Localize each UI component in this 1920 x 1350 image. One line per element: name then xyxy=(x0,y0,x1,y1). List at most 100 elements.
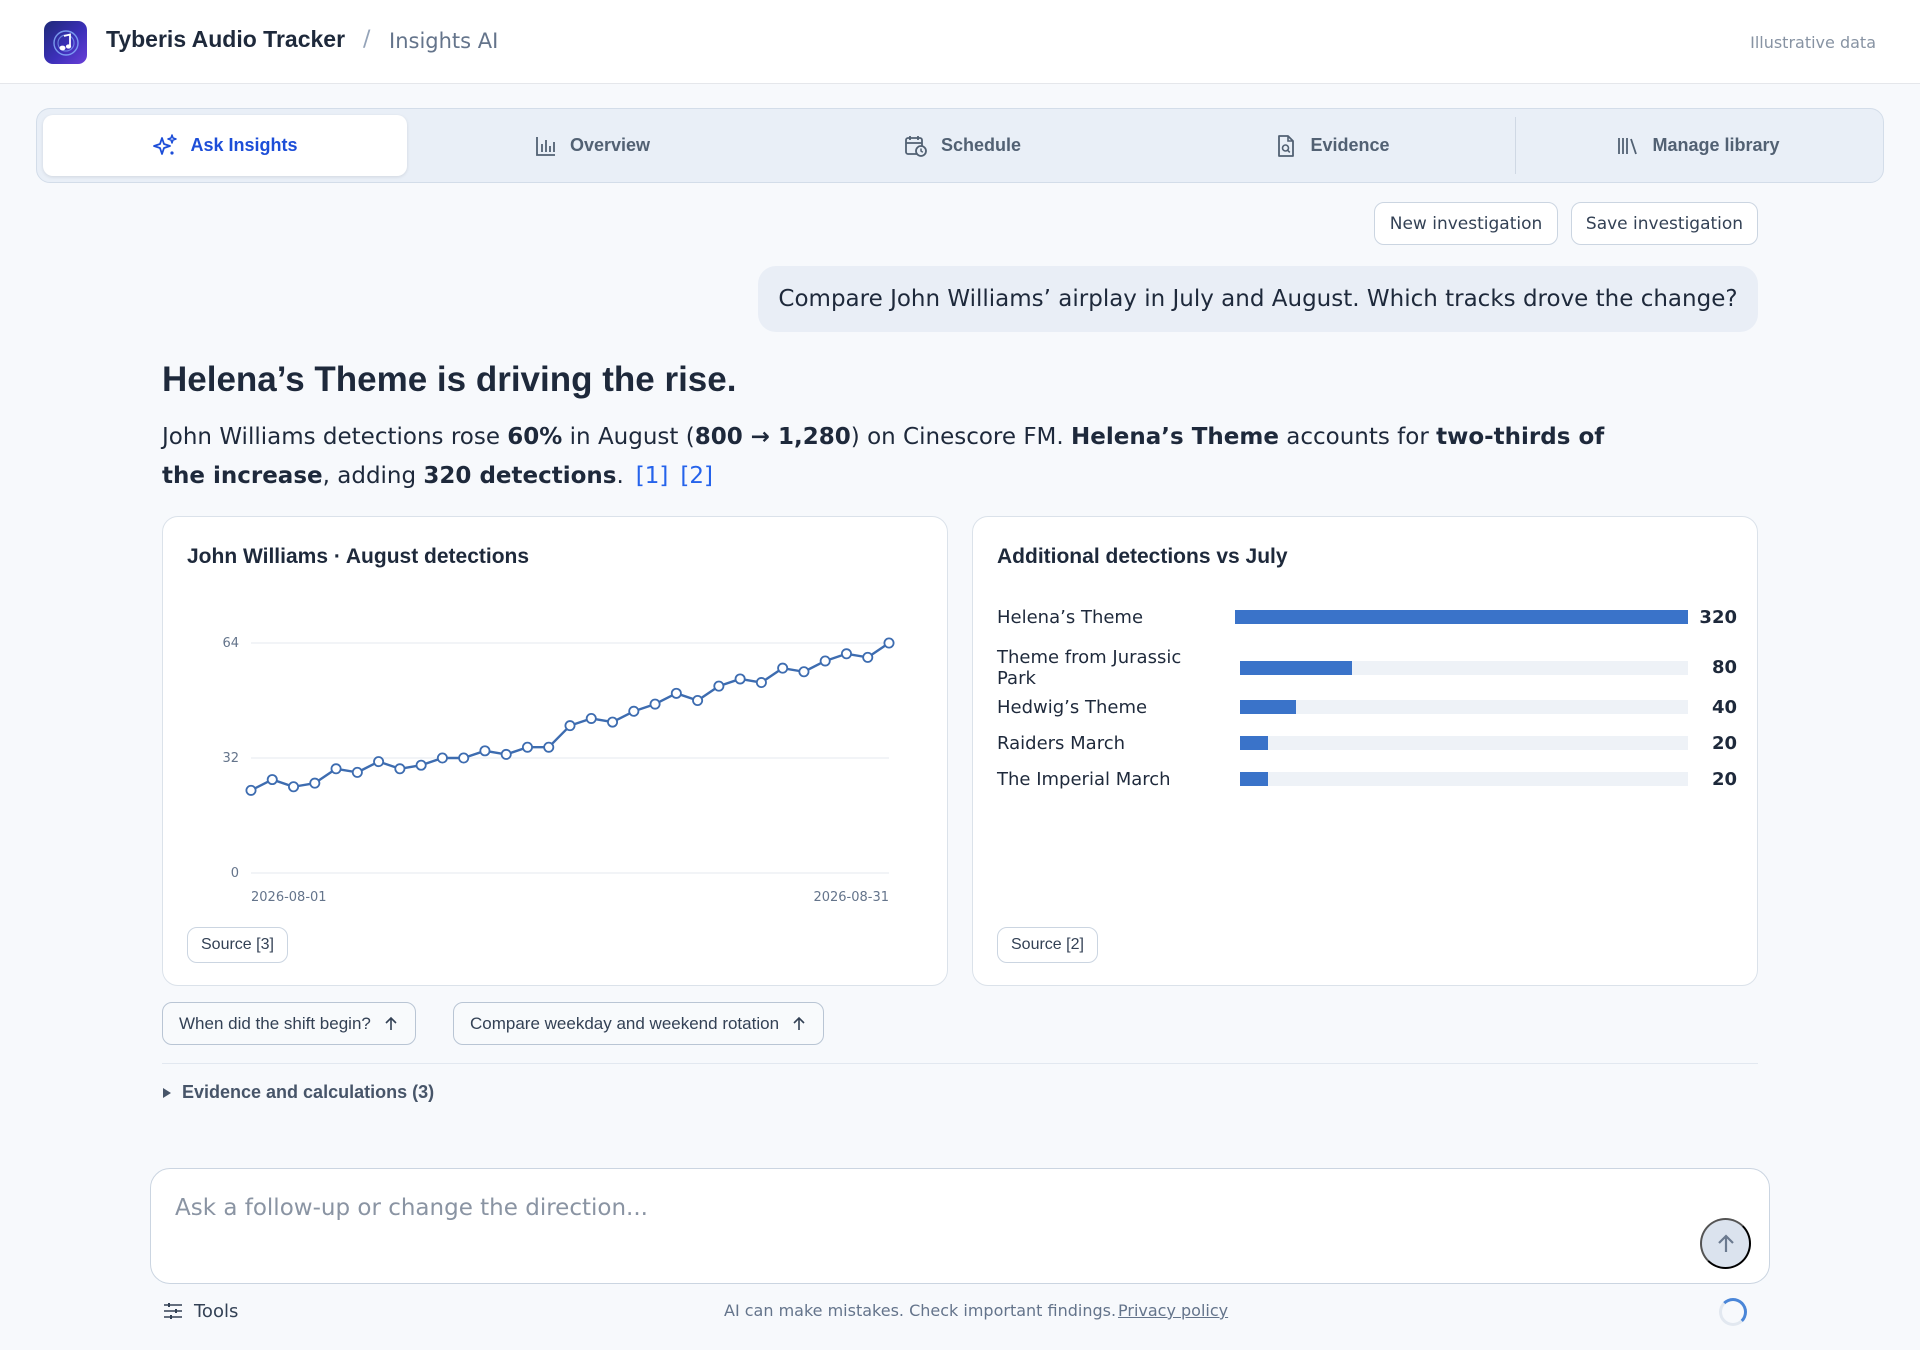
tab-label: Manage library xyxy=(1652,135,1780,155)
answer-highlight: Helena’s Theme xyxy=(1071,424,1279,450)
tab-label: Overview xyxy=(569,135,651,155)
data-point xyxy=(862,651,874,663)
answer-text: ) on Cinescore FM. xyxy=(850,424,1072,450)
chip-label: Compare weekday and weekend rotation xyxy=(470,1013,780,1033)
followup-chip-rotation[interactable]: Compare weekday and weekend rotation xyxy=(453,1002,825,1045)
tab-manage-library[interactable]: Manage library xyxy=(1517,115,1879,176)
answer-title: Helena’s Theme is driving the rise. xyxy=(162,360,737,399)
bar xyxy=(1240,700,1296,714)
bar xyxy=(1235,610,1688,624)
card-title: John Williams · August detections xyxy=(187,545,530,568)
tab-schedule[interactable]: Schedule xyxy=(777,115,1147,176)
answer-text: John Williams detections rose xyxy=(162,424,508,450)
citation-link-2[interactable]: [2] xyxy=(680,463,713,489)
bar-track xyxy=(1240,700,1688,714)
data-point xyxy=(649,698,661,710)
answer-highlight: 320 detections xyxy=(423,463,617,489)
calendar-clock-icon xyxy=(905,135,927,157)
bar-track xyxy=(1235,610,1688,624)
data-point xyxy=(819,655,831,667)
bar-value-label: 20 xyxy=(1711,733,1737,754)
data-point xyxy=(734,673,746,685)
breadcrumb-separator: / xyxy=(363,27,371,52)
data-point xyxy=(330,763,342,775)
followup-input[interactable] xyxy=(175,1195,1575,1221)
evidence-disclosure[interactable]: Evidence and calculations (3) xyxy=(162,1082,434,1103)
answer-text: . xyxy=(616,463,624,489)
bar xyxy=(1240,736,1268,750)
composer xyxy=(150,1168,1770,1284)
x-tick-label: 2026-08-31 xyxy=(813,890,889,905)
ai-disclaimer: AI can make mistakes. Check important fi… xyxy=(724,1301,1117,1320)
source-3-button[interactable]: Source [3] xyxy=(187,927,288,963)
save-investigation-button[interactable]: Save investigation xyxy=(1571,202,1758,245)
tools-button[interactable]: Tools xyxy=(162,1300,238,1322)
bar-track xyxy=(1240,661,1688,675)
data-point xyxy=(564,720,576,732)
arrow-up-icon xyxy=(385,1016,397,1030)
followup-chip-shift[interactable]: When did the shift begin? xyxy=(162,1002,416,1045)
data-point xyxy=(245,784,257,796)
bar-chart-icon xyxy=(536,136,555,156)
bar-value-label: 320 xyxy=(1699,607,1737,628)
breadcrumb-section[interactable]: Insights AI xyxy=(389,29,498,53)
loading-spinner-icon xyxy=(1719,1298,1747,1326)
data-point xyxy=(713,680,725,692)
caret-right-icon xyxy=(163,1087,171,1098)
sparkle-icon xyxy=(153,133,178,155)
card-title: Additional detections vs July xyxy=(997,545,1288,568)
data-point xyxy=(755,677,767,689)
data-point xyxy=(777,662,789,674)
bar-value-label: 80 xyxy=(1711,657,1737,678)
tab-evidence[interactable]: Evidence xyxy=(1147,115,1517,176)
library-icon xyxy=(1618,137,1638,154)
chip-label: When did the shift begin? xyxy=(179,1013,371,1033)
tab-label: Ask Insights xyxy=(190,135,298,155)
data-point xyxy=(266,774,278,786)
bar-label: The Imperial March xyxy=(997,769,1171,790)
new-investigation-button[interactable]: New investigation xyxy=(1374,202,1558,245)
citation-link-1[interactable]: [1] xyxy=(636,463,669,489)
document-search-icon xyxy=(1278,134,1295,157)
bar-label: Hedwig’s Theme xyxy=(997,697,1148,718)
y-tick-label: 0 xyxy=(231,866,239,881)
data-point xyxy=(840,648,852,660)
bar xyxy=(1240,772,1268,786)
line-chart-card: John Williams · August detections 0 32 64 2… xyxy=(162,516,948,986)
bar-label: Helena’s Theme xyxy=(997,607,1144,628)
data-point xyxy=(692,695,704,707)
arrow-up-icon xyxy=(1717,1233,1734,1252)
answer-text: accounts for xyxy=(1278,424,1437,450)
send-button[interactable] xyxy=(1700,1218,1751,1269)
series-line xyxy=(250,642,890,792)
privacy-policy-link[interactable]: Privacy policy xyxy=(1118,1301,1228,1320)
answer-summary: John Williams detections rose 60% in Aug… xyxy=(162,418,1642,496)
data-point xyxy=(607,716,619,728)
data-point xyxy=(373,756,385,768)
app-logo[interactable] xyxy=(44,21,87,64)
data-point xyxy=(628,705,640,717)
music-note-icon xyxy=(52,29,79,56)
data-point xyxy=(458,752,470,764)
answer-text: , adding xyxy=(322,463,424,489)
bar xyxy=(1240,661,1352,675)
data-point xyxy=(798,666,810,678)
bar-value-label: 20 xyxy=(1711,769,1737,790)
section-divider xyxy=(162,1063,1758,1064)
illustrative-data-note: Illustrative data xyxy=(1750,33,1876,52)
tab-overview[interactable]: Overview xyxy=(407,115,777,176)
bar-track xyxy=(1240,772,1688,786)
bar-track xyxy=(1240,736,1688,750)
line-chart: 0 32 64 2026-08-01 2026-08-31 xyxy=(222,636,895,905)
tools-label: Tools xyxy=(194,1300,239,1322)
data-point xyxy=(543,741,555,753)
tab-label: Evidence xyxy=(1310,135,1390,155)
sliders-icon xyxy=(164,1303,182,1319)
arrow-up-icon xyxy=(793,1016,805,1030)
data-point xyxy=(288,781,300,793)
data-point xyxy=(394,763,406,775)
tab-ask-insights[interactable]: Ask Insights xyxy=(43,115,407,176)
source-2-button[interactable]: Source [2] xyxy=(997,927,1098,963)
data-point xyxy=(585,712,597,724)
y-tick-label: 32 xyxy=(222,751,239,766)
